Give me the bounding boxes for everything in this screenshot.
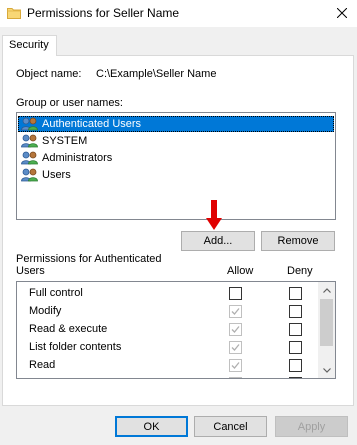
apply-button[interactable]: Apply	[275, 416, 348, 437]
allow-checkbox[interactable]	[229, 287, 242, 300]
permissions-list[interactable]: Full control Modify Read & execute List fol…	[16, 281, 336, 379]
group-names-label: Group or user names:	[16, 97, 123, 109]
folder-icon	[7, 8, 21, 19]
permission-name: List folder contents	[29, 341, 122, 353]
permission-row: List folder contents	[29, 339, 329, 357]
deny-checkbox[interactable]	[289, 377, 302, 378]
users-icon	[21, 151, 38, 165]
deny-column-header: Deny	[287, 265, 313, 277]
permission-row	[29, 375, 329, 378]
allow-checkbox[interactable]	[229, 323, 242, 336]
checkmark-icon	[231, 344, 240, 351]
checkmark-icon	[231, 308, 240, 315]
object-name-value: C:\Example\Seller Name	[96, 68, 217, 80]
permission-name: Full control	[29, 287, 83, 299]
permission-name: Read & execute	[29, 323, 108, 335]
deny-checkbox[interactable]	[289, 305, 302, 318]
allow-checkbox[interactable]	[229, 341, 242, 354]
add-button[interactable]: Add...	[181, 231, 255, 251]
close-icon	[337, 8, 347, 18]
group-list-item[interactable]: SYSTEM	[18, 133, 334, 149]
permission-row: Read	[29, 357, 329, 375]
group-list-item-label: Users	[42, 169, 71, 181]
object-name-label: Object name:	[16, 68, 82, 80]
checkmark-icon	[231, 326, 240, 333]
group-list-item-label: Administrators	[42, 152, 113, 164]
permission-name: Read	[29, 359, 56, 371]
group-list[interactable]: Authenticated Users SYSTEM Administrators U…	[16, 112, 336, 220]
allow-checkbox[interactable]	[229, 305, 242, 318]
permission-row: Modify	[29, 303, 329, 321]
permission-row: Full control	[29, 285, 329, 303]
scroll-up-button[interactable]	[318, 282, 335, 298]
group-list-item[interactable]: Authenticated Users	[18, 116, 334, 132]
allow-checkbox[interactable]	[229, 377, 242, 378]
annotation-arrow-icon	[206, 200, 222, 230]
cancel-button[interactable]: Cancel	[194, 416, 267, 437]
allow-checkbox[interactable]	[229, 359, 242, 372]
deny-checkbox[interactable]	[289, 341, 302, 354]
deny-checkbox[interactable]	[289, 323, 302, 336]
window-title: Permissions for Seller Name	[27, 6, 180, 20]
ok-button[interactable]: OK	[115, 416, 188, 437]
group-list-item[interactable]: Administrators	[18, 150, 334, 166]
close-button[interactable]	[329, 2, 355, 24]
group-list-item-label: SYSTEM	[42, 135, 88, 147]
users-icon	[21, 117, 38, 131]
scroll-thumb[interactable]	[320, 299, 333, 346]
permissions-scrollbar[interactable]	[318, 282, 335, 378]
users-icon	[21, 134, 38, 148]
users-icon	[21, 168, 38, 182]
scroll-down-button[interactable]	[318, 362, 335, 378]
allow-column-header: Allow	[227, 265, 254, 277]
permissions-label: Permissions for Authenticated Users	[16, 253, 162, 277]
group-list-item-label: Authenticated Users	[42, 118, 142, 130]
group-list-item[interactable]: Users	[18, 167, 334, 183]
remove-button[interactable]: Remove	[261, 231, 335, 251]
chevron-up-icon	[322, 287, 331, 293]
checkmark-icon	[231, 362, 240, 369]
deny-checkbox[interactable]	[289, 359, 302, 372]
permission-name: Modify	[29, 305, 62, 317]
deny-checkbox[interactable]	[289, 287, 302, 300]
chevron-down-icon	[322, 367, 331, 373]
permission-row: Read & execute	[29, 321, 329, 339]
title-bar: Permissions for Seller Name	[0, 0, 357, 28]
tab-security[interactable]: Security	[2, 35, 57, 56]
